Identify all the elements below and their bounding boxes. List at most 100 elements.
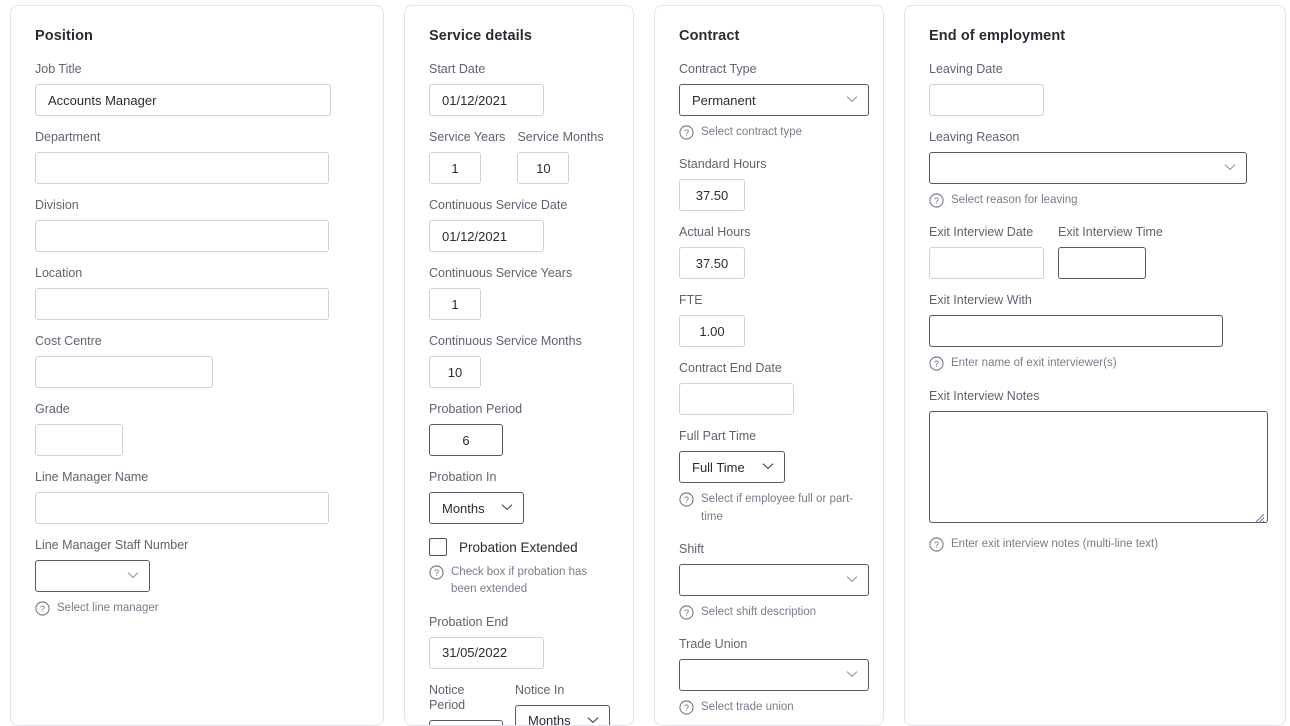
notice-in-select[interactable] — [515, 704, 610, 725]
help-circle-icon: ? — [679, 125, 694, 140]
hint-line-manager: ? Select line manager — [35, 600, 359, 617]
label-start-date: Start Date — [429, 62, 486, 76]
leaving-reason-select[interactable] — [929, 152, 1247, 184]
svg-text:?: ? — [934, 539, 939, 549]
department-input[interactable] — [35, 152, 329, 184]
field-cost-centre: Cost Centre — [35, 334, 359, 388]
grade-input[interactable] — [35, 424, 123, 456]
exit-interview-date-input[interactable] — [929, 247, 1044, 280]
hint-exit-interview-notes: ? Enter exit interview notes (multi-line… — [929, 536, 1261, 553]
start-date-input[interactable] — [429, 84, 544, 116]
label-continuous-service-date: Continuous Service Date — [429, 198, 568, 212]
line-manager-staff-number-select[interactable] — [35, 560, 150, 592]
leaving-reason-input[interactable] — [929, 152, 1247, 184]
label-grade: Grade — [35, 402, 70, 416]
label-leaving-reason: Leaving Reason — [929, 130, 1020, 144]
svg-text:?: ? — [684, 608, 689, 618]
standard-hours-input[interactable] — [679, 179, 745, 212]
panel-title-service-details: Service details — [429, 28, 533, 44]
field-leaving-reason: Leaving Reason — [929, 130, 1261, 184]
employment-record-form: Position Job Title Department Division L… — [0, 0, 1290, 726]
svg-text:?: ? — [434, 568, 439, 578]
row-probation-extended[interactable]: Probation Extended — [429, 538, 609, 556]
probation-period-input[interactable] — [429, 424, 503, 456]
label-probation-end: Probation End — [429, 614, 509, 629]
label-service-years: Service Years — [429, 130, 506, 144]
shift-select[interactable] — [679, 563, 869, 596]
continuous-service-months-input[interactable] — [429, 356, 481, 388]
svg-text:?: ? — [684, 128, 689, 138]
label-exit-interview-time: Exit Interview Time — [1058, 225, 1163, 240]
division-input[interactable] — [35, 220, 329, 252]
label-fte: FTE — [679, 293, 703, 308]
service-years-input[interactable] — [429, 152, 481, 184]
full-part-time-input[interactable] — [679, 451, 785, 484]
actual-hours-input[interactable] — [679, 247, 745, 280]
field-continuous-service-years: Continuous Service Years — [429, 266, 609, 320]
panel-title-end-of-employment: End of employment — [929, 28, 1066, 44]
shift-input[interactable] — [679, 563, 869, 596]
field-contract-type: Contract Type — [679, 62, 869, 116]
hint-text-exit-interview-with: Enter name of exit interviewer(s) — [951, 357, 1117, 370]
exit-interview-notes-textarea[interactable] — [929, 410, 1268, 523]
service-months-input[interactable] — [517, 152, 570, 184]
help-circle-icon: ? — [35, 601, 50, 616]
field-service-months: Service Months — [517, 130, 604, 184]
contract-end-date-input[interactable] — [679, 383, 794, 416]
exit-interview-time-input[interactable] — [1058, 247, 1146, 280]
panel-position: Position Job Title Department Division L… — [10, 5, 384, 726]
help-circle-icon: ? — [429, 565, 444, 580]
notice-period-input[interactable] — [429, 719, 503, 725]
location-input[interactable] — [35, 288, 329, 320]
probation-end-input[interactable] — [429, 636, 544, 669]
row-exit-interview-datetime: Exit Interview Date Exit Interview Time — [929, 225, 1261, 293]
label-notice-in: Notice In — [515, 682, 565, 697]
row-notice: Notice Period Notice In — [429, 682, 610, 725]
hint-trade-union: ? Select trade union — [679, 699, 859, 716]
hint-text-full-part-time: Select if employee full or part-time — [701, 493, 854, 523]
full-part-time-select[interactable] — [679, 451, 785, 484]
label-exit-interview-date: Exit Interview Date — [929, 225, 1034, 240]
probation-in-input[interactable] — [429, 492, 524, 524]
contract-type-input[interactable] — [679, 84, 869, 116]
line-manager-staff-number-input[interactable] — [35, 560, 150, 592]
label-line-manager-staff-number: Line Manager Staff Number — [35, 538, 189, 552]
probation-extended-checkbox[interactable] — [429, 538, 447, 556]
continuous-service-years-input[interactable] — [429, 288, 481, 320]
label-probation-in: Probation In — [429, 470, 497, 484]
contract-type-select[interactable] — [679, 84, 869, 116]
svg-text:?: ? — [934, 359, 939, 369]
exit-interview-notes-wrapper[interactable] — [929, 410, 1268, 523]
field-continuous-service-date: Continuous Service Date — [429, 198, 609, 252]
hint-text-exit-interview-notes: Enter exit interview notes (multi-line t… — [951, 537, 1159, 550]
field-service-years: Service Years — [429, 130, 505, 184]
fte-input[interactable] — [679, 315, 745, 348]
label-continuous-service-years: Continuous Service Years — [429, 266, 573, 280]
leaving-date-input[interactable] — [929, 84, 1044, 116]
help-circle-icon: ? — [929, 356, 944, 371]
label-location: Location — [35, 266, 83, 280]
job-title-input[interactable] — [35, 84, 331, 116]
field-exit-interview-date: Exit Interview Date — [929, 225, 1044, 280]
field-probation-in: Probation In — [429, 470, 609, 524]
field-exit-interview-notes: Exit Interview Notes — [929, 389, 1268, 528]
label-trade-union: Trade Union — [679, 637, 748, 651]
notice-in-input[interactable] — [515, 704, 610, 725]
label-exit-interview-with: Exit Interview With — [929, 293, 1032, 308]
field-division: Division — [35, 198, 359, 252]
trade-union-input[interactable] — [679, 659, 869, 691]
hint-text-leaving-reason: Select reason for leaving — [951, 194, 1078, 206]
exit-interview-with-input[interactable] — [929, 315, 1223, 348]
field-trade-union: Trade Union — [679, 637, 869, 691]
svg-text:?: ? — [684, 495, 689, 505]
trade-union-select[interactable] — [679, 659, 869, 691]
hint-exit-interview-with: ? Enter name of exit interviewer(s) — [929, 355, 1261, 372]
cost-centre-input[interactable] — [35, 356, 213, 388]
line-manager-name-input[interactable] — [35, 492, 329, 524]
probation-in-select[interactable] — [429, 492, 524, 524]
hint-leaving-reason: ? Select reason for leaving — [929, 192, 1261, 209]
field-start-date: Start Date — [429, 62, 609, 116]
panel-service-details: Service details Start Date Service Years… — [404, 5, 634, 726]
field-probation-end: Probation End — [429, 615, 609, 669]
continuous-service-date-input[interactable] — [429, 220, 544, 252]
